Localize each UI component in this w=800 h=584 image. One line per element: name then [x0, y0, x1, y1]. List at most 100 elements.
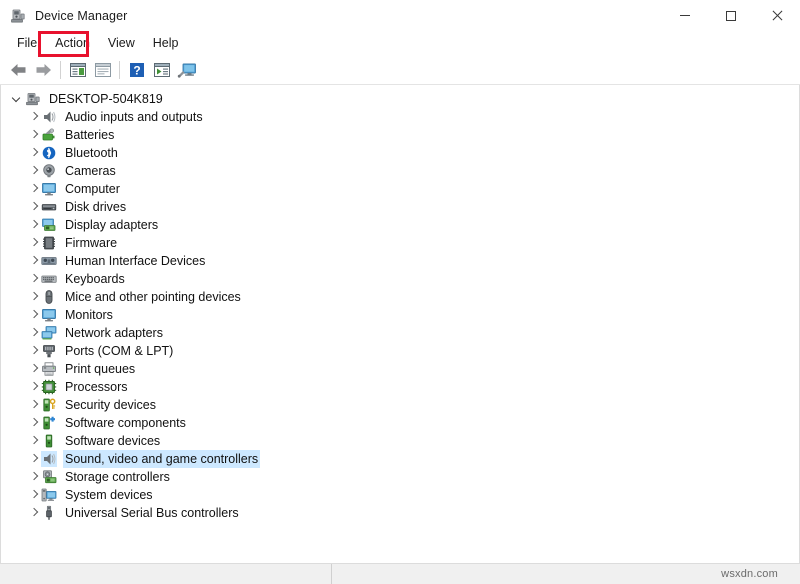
tree-item-computer[interactable]: Computer — [1, 180, 799, 198]
tree-item-label: Keyboards — [63, 270, 127, 288]
tree-item-mice-and-other-pointing-devices[interactable]: Mice and other pointing devices — [1, 288, 799, 306]
help-icon: ? — [129, 62, 145, 78]
scan-hardware-changes-icon — [153, 62, 171, 78]
keyboard-icon — [41, 271, 57, 287]
menu-file[interactable]: File — [8, 33, 46, 54]
tree-item-processors[interactable]: Processors — [1, 378, 799, 396]
menu-bar: File Action View Help — [0, 31, 800, 56]
tree-item-print-queues[interactable]: Print queues — [1, 360, 799, 378]
close-button[interactable] — [754, 0, 800, 31]
monitor-icon — [41, 307, 57, 323]
chevron-right-icon[interactable] — [25, 414, 41, 432]
tree-item-bluetooth[interactable]: Bluetooth — [1, 144, 799, 162]
bluetooth-icon — [41, 145, 57, 161]
tree-item-label: Batteries — [63, 126, 116, 144]
tree-item-storage-controllers[interactable]: Storage controllers — [1, 468, 799, 486]
port-icon — [41, 343, 57, 359]
chevron-right-icon[interactable] — [25, 468, 41, 486]
chevron-right-icon[interactable] — [25, 198, 41, 216]
chevron-right-icon[interactable] — [25, 108, 41, 126]
tree-item-sound-video-and-game-controllers[interactable]: Sound, video and game controllers — [1, 450, 799, 468]
chevron-right-icon[interactable] — [25, 396, 41, 414]
chevron-right-icon[interactable] — [25, 144, 41, 162]
status-bar: wsxdn.com — [0, 563, 800, 584]
tree-item-disk-drives[interactable]: Disk drives — [1, 198, 799, 216]
chevron-right-icon[interactable] — [25, 324, 41, 342]
maximize-button[interactable] — [708, 0, 754, 31]
tree-item-software-devices[interactable]: Software devices — [1, 432, 799, 450]
computer-device-icon — [25, 91, 41, 107]
chevron-right-icon[interactable] — [25, 126, 41, 144]
tree-item-network-adapters[interactable]: Network adapters — [1, 324, 799, 342]
close-icon — [771, 10, 783, 22]
chevron-right-icon[interactable] — [25, 378, 41, 396]
camera-icon — [41, 163, 57, 179]
chevron-down-icon[interactable] — [9, 90, 25, 108]
usb-controller-icon — [41, 505, 57, 521]
tree-item-cameras[interactable]: Cameras — [1, 162, 799, 180]
chevron-right-icon[interactable] — [25, 360, 41, 378]
menu-view[interactable]: View — [99, 33, 144, 54]
tree-item-display-adapters[interactable]: Display adapters — [1, 216, 799, 234]
window-title: Device Manager — [35, 9, 127, 23]
chevron-right-icon[interactable] — [25, 270, 41, 288]
tree-item-firmware[interactable]: Firmware — [1, 234, 799, 252]
device-manager-icon — [10, 8, 26, 24]
toolbar: ? — [0, 56, 800, 85]
minimize-button[interactable] — [662, 0, 708, 31]
battery-icon — [41, 127, 57, 143]
help-button[interactable]: ? — [124, 58, 149, 82]
status-bar-right-pane: wsxdn.com — [332, 564, 800, 584]
display-adapter-icon — [41, 217, 57, 233]
menu-help[interactable]: Help — [144, 33, 188, 54]
printer-icon — [41, 361, 57, 377]
update-driver-button[interactable] — [90, 58, 115, 82]
disk-drive-icon — [41, 199, 57, 215]
toolbar-separator-1 — [60, 61, 61, 79]
tree-item-label: Computer — [63, 180, 122, 198]
tree-item-label: Firmware — [63, 234, 119, 252]
tree-item-batteries[interactable]: Batteries — [1, 126, 799, 144]
tree-item-label: Storage controllers — [63, 468, 172, 486]
scan-hardware-changes-button[interactable] — [149, 58, 174, 82]
software-component-icon — [41, 415, 57, 431]
tree-item-label: Network adapters — [63, 324, 165, 342]
sound-controller-icon — [41, 451, 57, 467]
properties-button[interactable] — [65, 58, 90, 82]
tree-item-human-interface-devices[interactable]: Human Interface Devices — [1, 252, 799, 270]
chevron-right-icon[interactable] — [25, 162, 41, 180]
forward-button[interactable] — [31, 58, 56, 82]
tree-item-ports-com-and-lpt[interactable]: Ports (COM & LPT) — [1, 342, 799, 360]
speaker-icon — [41, 109, 57, 125]
chevron-right-icon[interactable] — [25, 216, 41, 234]
tree-item-universal-serial-bus-controllers[interactable]: Universal Serial Bus controllers — [1, 504, 799, 522]
tree-item-keyboards[interactable]: Keyboards — [1, 270, 799, 288]
security-device-icon — [41, 397, 57, 413]
storage-controller-icon — [41, 469, 57, 485]
chevron-right-icon[interactable] — [25, 450, 41, 468]
device-tree[interactable]: DESKTOP-504K819 Audio inputs and outputs — [0, 85, 800, 563]
toolbar-separator-2 — [119, 61, 120, 79]
chevron-right-icon[interactable] — [25, 432, 41, 450]
tree-item-audio-inputs-and-outputs[interactable]: Audio inputs and outputs — [1, 108, 799, 126]
tree-item-label: Universal Serial Bus controllers — [63, 504, 241, 522]
tree-item-system-devices[interactable]: System devices — [1, 486, 799, 504]
tree-item-label: Print queues — [63, 360, 137, 378]
chevron-right-icon[interactable] — [25, 504, 41, 522]
tree-item-label: Disk drives — [63, 198, 128, 216]
chevron-right-icon[interactable] — [25, 306, 41, 324]
chevron-right-icon[interactable] — [25, 342, 41, 360]
tree-item-monitors[interactable]: Monitors — [1, 306, 799, 324]
tree-root-node[interactable]: DESKTOP-504K819 — [1, 90, 799, 108]
chevron-right-icon[interactable] — [25, 180, 41, 198]
chevron-right-icon[interactable] — [25, 288, 41, 306]
menu-action[interactable]: Action — [46, 33, 99, 54]
tree-item-security-devices[interactable]: Security devices — [1, 396, 799, 414]
show-hidden-devices-button[interactable] — [174, 58, 199, 82]
chevron-right-icon[interactable] — [25, 252, 41, 270]
back-button[interactable] — [6, 58, 31, 82]
chevron-right-icon[interactable] — [25, 234, 41, 252]
tree-item-software-components[interactable]: Software components — [1, 414, 799, 432]
chevron-right-icon[interactable] — [25, 486, 41, 504]
forward-arrow-icon — [35, 63, 52, 77]
